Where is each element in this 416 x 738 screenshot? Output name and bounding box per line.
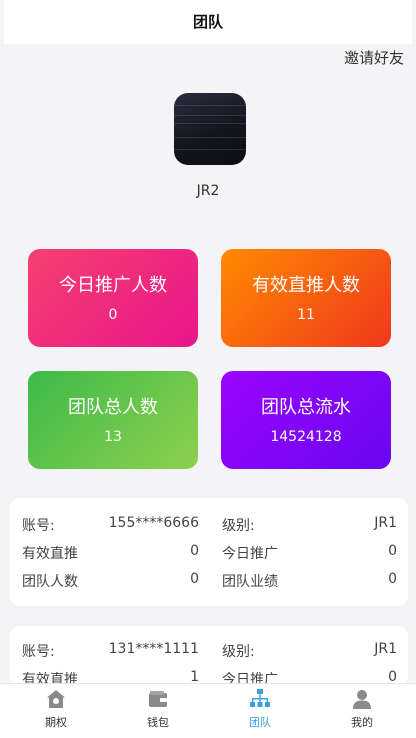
team-icon <box>250 689 270 707</box>
tab-label: 团队 <box>249 716 271 729</box>
level-value: JR1 <box>374 641 397 657</box>
stat-card-team-total: 团队总人数 13 <box>28 371 198 469</box>
stat-value: 14524128 <box>270 429 342 445</box>
tab-label: 我的 <box>351 716 373 729</box>
username: JR2 <box>196 183 220 199</box>
tab-label: 钱包 <box>147 716 169 729</box>
direct-value: 0 <box>190 543 199 559</box>
tab-options[interactable]: 期权 <box>4 684 108 738</box>
tab-label: 期权 <box>45 716 67 729</box>
stat-value: 13 <box>104 429 122 445</box>
member-row: 团队人数 0 团队业绩 0 <box>22 571 397 591</box>
tab-team[interactable]: 团队 <box>208 684 312 738</box>
member-card: 账号: 131****1111 级别: JR1 有效直推 1 今日推广 0 <box>10 626 408 686</box>
page-title: 团队 <box>4 0 412 44</box>
account-label: 账号: <box>22 518 55 534</box>
member-row: 账号: 131****1111 级别: JR1 <box>22 641 397 661</box>
direct-label: 有效直推 <box>22 546 78 562</box>
user-icon <box>353 690 371 709</box>
perf-label: 团队业绩 <box>222 574 278 590</box>
member-card: 账号: 155****6666 级别: JR1 有效直推 0 今日推广 0 团队… <box>10 498 408 606</box>
stat-label: 团队总流水 <box>261 397 351 418</box>
today-value: 0 <box>388 543 397 559</box>
wallet-icon <box>149 691 167 707</box>
stat-card-team-flow: 团队总流水 14524128 <box>221 371 391 469</box>
today-label: 今日推广 <box>222 546 278 562</box>
invite-friends-button[interactable]: 邀请好友 <box>344 47 404 68</box>
avatar[interactable] <box>174 93 246 165</box>
account-value: 131****1111 <box>108 641 199 657</box>
perf-value: 0 <box>388 571 397 587</box>
account-value: 155****6666 <box>108 515 199 531</box>
level-value: JR1 <box>374 515 397 531</box>
stat-label: 团队总人数 <box>68 397 158 418</box>
stat-label: 今日推广人数 <box>59 275 167 296</box>
home-icon <box>47 690 65 708</box>
stat-card-today-promoted: 今日推广人数 0 <box>28 249 198 347</box>
tab-wallet[interactable]: 钱包 <box>106 684 210 738</box>
team-value: 0 <box>190 571 199 587</box>
stat-card-valid-direct: 有效直推人数 11 <box>221 249 391 347</box>
stat-label: 有效直推人数 <box>252 275 360 296</box>
level-label: 级别: <box>222 518 255 534</box>
team-label: 团队人数 <box>22 574 78 590</box>
level-label: 级别: <box>222 644 255 660</box>
tab-mine[interactable]: 我的 <box>310 684 414 738</box>
stat-value: 0 <box>108 307 118 323</box>
tab-bar: 期权 钱包 团队 我的 <box>0 683 416 738</box>
account-label: 账号: <box>22 644 55 660</box>
member-row: 有效直推 0 今日推广 0 <box>22 543 397 563</box>
member-row: 账号: 155****6666 级别: JR1 <box>22 515 397 535</box>
stat-value: 11 <box>297 307 315 323</box>
